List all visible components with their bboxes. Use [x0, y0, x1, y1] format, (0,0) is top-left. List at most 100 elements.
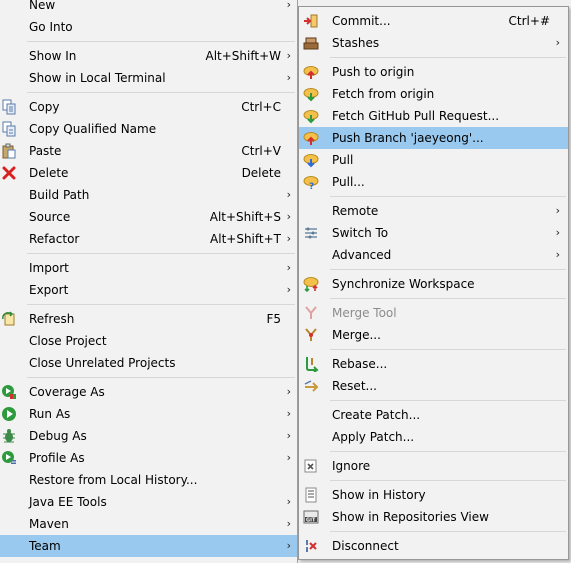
- menu-item-shortcut: Ctrl+C: [241, 100, 281, 114]
- menu-item-export[interactable]: Export ›: [0, 279, 297, 301]
- menu-item-coverage-as[interactable]: Coverage As ›: [0, 381, 297, 403]
- menu-item-label: Remote: [332, 204, 379, 218]
- menu-item-commit[interactable]: Commit... Ctrl+#: [299, 10, 568, 32]
- menu-item-show-in-local-terminal[interactable]: Show in Local Terminal ›: [0, 67, 297, 89]
- menu-item-source[interactable]: Source Alt+Shift+S ›: [0, 206, 297, 228]
- menu-item-synchronize-workspace[interactable]: Synchronize Workspace: [299, 273, 568, 295]
- menu-item-build-path[interactable]: Build Path ›: [0, 184, 297, 206]
- push-icon: [303, 64, 319, 80]
- menu-item-label: Refresh: [29, 312, 75, 326]
- menu-item-rebase[interactable]: Rebase...: [299, 353, 568, 375]
- menu-item-label: Build Path: [29, 188, 90, 202]
- menu-item-push-branch[interactable]: Push Branch 'jaeyeong'...: [299, 127, 568, 149]
- menu-item-stashes[interactable]: Stashes ›: [299, 32, 568, 54]
- reset-icon: [303, 378, 319, 394]
- disconnect-icon: [303, 538, 319, 554]
- menu-item-label: Restore from Local History...: [29, 473, 198, 487]
- menu-item-label: Pull...: [332, 175, 365, 189]
- menu-item-import[interactable]: Import ›: [0, 257, 297, 279]
- menu-item-reset[interactable]: Reset...: [299, 375, 568, 397]
- menu-item-label: Import: [29, 261, 69, 275]
- menu-item-advanced[interactable]: Advanced ›: [299, 244, 568, 266]
- menu-item-label: Copy Qualified Name: [29, 122, 157, 136]
- menu-separator: [330, 57, 566, 58]
- delete-icon: [1, 165, 17, 181]
- menu-separator: [330, 269, 566, 270]
- menu-item-debug-as[interactable]: Debug As ›: [0, 425, 297, 447]
- menu-separator: [330, 400, 566, 401]
- submenu-arrow-icon: ›: [286, 210, 291, 223]
- menu-separator: [330, 196, 566, 197]
- menu-item-paste[interactable]: Paste Ctrl+V: [0, 140, 297, 162]
- submenu-arrow-icon: ›: [286, 517, 291, 530]
- svg-text:?: ?: [309, 182, 314, 190]
- menu-separator: [27, 41, 295, 42]
- menu-item-delete[interactable]: Delete Delete: [0, 162, 297, 184]
- menu-item-label: Team: [29, 539, 61, 553]
- menu-item-profile-as[interactable]: Profile As ›: [0, 447, 297, 469]
- menu-item-shortcut: Ctrl+V: [241, 144, 281, 158]
- menu-item-label: Advanced: [332, 248, 392, 262]
- menu-item-label: Run As: [29, 407, 71, 421]
- menu-item-label: Rebase...: [332, 357, 388, 371]
- synchronize-icon: [303, 276, 319, 292]
- copy-qualified-name-icon: [1, 121, 17, 137]
- menu-item-team[interactable]: Team ›: [0, 535, 297, 557]
- menu-item-close-unrelated-projects[interactable]: Close Unrelated Projects: [0, 352, 297, 374]
- menu-item-ignore[interactable]: Ignore: [299, 455, 568, 477]
- menu-item-show-in[interactable]: Show In Alt+Shift+W ›: [0, 45, 297, 67]
- menu-item-show-in-repositories-view[interactable]: GIT Show in Repositories View: [299, 506, 568, 528]
- menu-separator: [27, 253, 295, 254]
- menu-item-label: Java EE Tools: [29, 495, 107, 509]
- switch-branch-icon: [303, 225, 319, 241]
- menu-separator: [330, 531, 566, 532]
- menu-item-create-patch[interactable]: Create Patch...: [299, 404, 568, 426]
- menu-item-label: Show in History: [332, 488, 426, 502]
- menu-item-switch-to[interactable]: Switch To ›: [299, 222, 568, 244]
- history-icon: [303, 487, 319, 503]
- menu-item-new[interactable]: New ›: [0, 0, 297, 16]
- menu-item-label: Source: [29, 210, 71, 224]
- menu-item-label: Export: [29, 283, 69, 297]
- menu-item-push-to-origin[interactable]: Push to origin: [299, 61, 568, 83]
- menu-item-copy[interactable]: Copy Ctrl+C: [0, 96, 297, 118]
- submenu-arrow-icon: ›: [555, 248, 560, 261]
- menu-item-fetch-from-origin[interactable]: Fetch from origin: [299, 83, 568, 105]
- menu-item-go-into[interactable]: Go Into: [0, 16, 297, 38]
- menu-item-remote[interactable]: Remote ›: [299, 200, 568, 222]
- menu-item-refactor[interactable]: Refactor Alt+Shift+T ›: [0, 228, 297, 250]
- menu-item-restore-from-local-history[interactable]: Restore from Local History...: [0, 469, 297, 491]
- menu-item-shortcut: Alt+Shift+T: [210, 232, 281, 246]
- menu-item-label: Copy: [29, 100, 60, 114]
- menu-item-label: Refactor: [29, 232, 80, 246]
- menu-item-java-ee-tools[interactable]: Java EE Tools ›: [0, 491, 297, 513]
- menu-item-copy-qualified-name[interactable]: Copy Qualified Name: [0, 118, 297, 140]
- menu-item-label: Merge Tool: [332, 306, 397, 320]
- menu-separator: [27, 304, 295, 305]
- run-icon: [1, 406, 17, 422]
- submenu-arrow-icon: ›: [555, 226, 560, 239]
- menu-item-close-project[interactable]: Close Project: [0, 330, 297, 352]
- submenu-arrow-icon: ›: [286, 0, 291, 11]
- menu-item-refresh[interactable]: Refresh F5: [0, 308, 297, 330]
- menu-item-merge[interactable]: Merge...: [299, 324, 568, 346]
- menu-item-maven[interactable]: Maven ›: [0, 513, 297, 535]
- menu-separator: [330, 480, 566, 481]
- menu-item-pull[interactable]: Pull: [299, 149, 568, 171]
- debug-icon: [1, 428, 17, 444]
- submenu-arrow-icon: ›: [286, 71, 291, 84]
- push-branch-icon: [303, 130, 319, 146]
- menu-item-apply-patch[interactable]: Apply Patch...: [299, 426, 568, 448]
- submenu-arrow-icon: ›: [286, 232, 291, 245]
- menu-item-run-as[interactable]: Run As ›: [0, 403, 297, 425]
- submenu-arrow-icon: ›: [286, 407, 291, 420]
- menu-item-merge-tool[interactable]: Merge Tool: [299, 302, 568, 324]
- menu-item-label: Profile As: [29, 451, 85, 465]
- menu-item-disconnect[interactable]: Disconnect: [299, 535, 568, 557]
- menu-item-pull-dialog[interactable]: ? Pull...: [299, 171, 568, 193]
- menu-item-label: Close Unrelated Projects: [29, 356, 176, 370]
- menu-item-fetch-github-pull-request[interactable]: Fetch GitHub Pull Request...: [299, 105, 568, 127]
- menu-item-label: Go Into: [29, 20, 73, 34]
- menu-item-show-in-history[interactable]: Show in History: [299, 484, 568, 506]
- menu-item-label: Commit...: [332, 14, 391, 28]
